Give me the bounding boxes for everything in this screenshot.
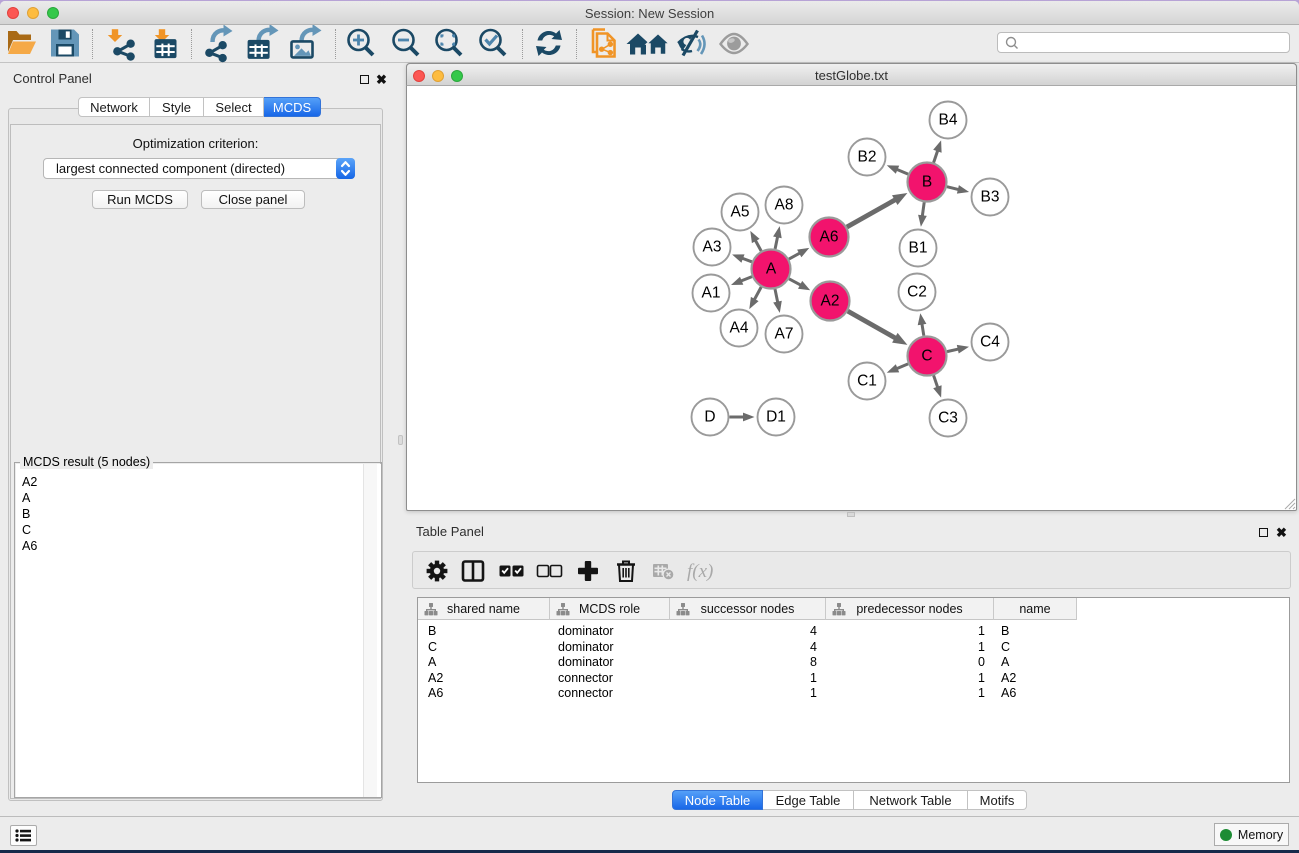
svg-text:A3: A3 bbox=[703, 239, 722, 256]
svg-text:B1: B1 bbox=[909, 240, 928, 257]
svg-text:B: B bbox=[922, 174, 932, 191]
svg-text:B3: B3 bbox=[981, 189, 1000, 206]
svg-text:C2: C2 bbox=[907, 284, 927, 301]
svg-text:D1: D1 bbox=[766, 409, 786, 426]
svg-text:C1: C1 bbox=[857, 373, 877, 390]
svg-text:D: D bbox=[704, 409, 715, 426]
svg-text:B4: B4 bbox=[939, 112, 958, 129]
svg-text:f(x): f(x) bbox=[687, 561, 713, 582]
svg-text:A8: A8 bbox=[775, 197, 794, 214]
svg-text:A5: A5 bbox=[731, 204, 750, 221]
svg-text:A6: A6 bbox=[820, 229, 839, 246]
svg-text:C3: C3 bbox=[938, 410, 958, 427]
svg-text:A: A bbox=[766, 261, 777, 278]
svg-text:A1: A1 bbox=[702, 285, 721, 302]
svg-text:B2: B2 bbox=[858, 149, 877, 166]
svg-text:C: C bbox=[921, 348, 932, 365]
svg-text:A4: A4 bbox=[730, 320, 749, 337]
svg-text:A2: A2 bbox=[821, 293, 840, 310]
svg-text:C4: C4 bbox=[980, 334, 1000, 351]
svg-text:A7: A7 bbox=[775, 326, 794, 343]
